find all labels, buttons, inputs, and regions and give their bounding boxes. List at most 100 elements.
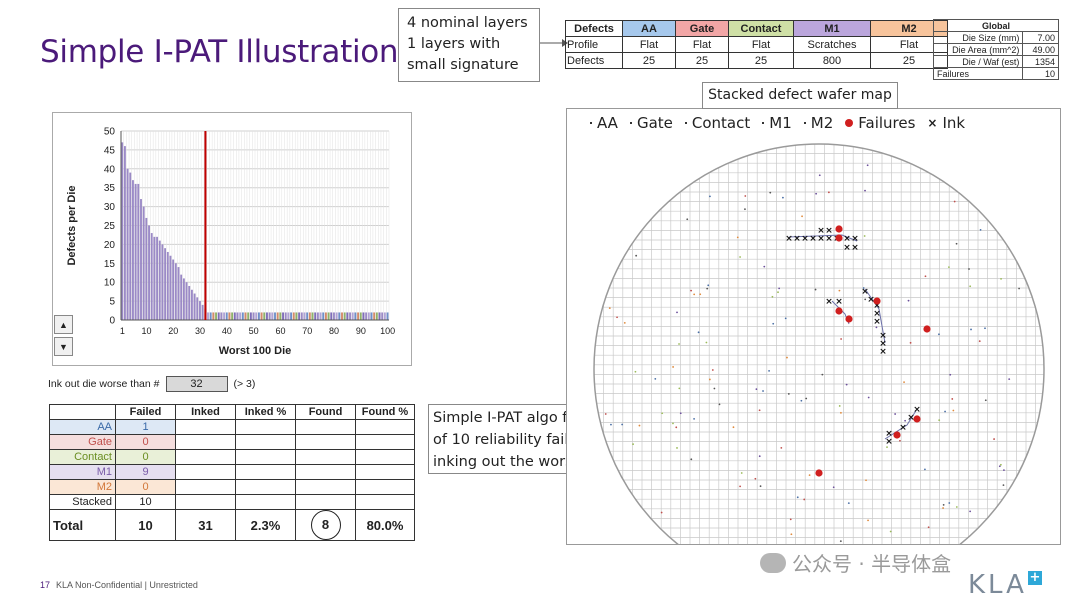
chart-bar [244, 312, 247, 320]
failure-marker [845, 315, 853, 323]
defect-dot [899, 439, 901, 442]
chart-bar [174, 263, 177, 320]
defect-dot [800, 399, 803, 402]
chart-bar [362, 312, 365, 320]
defect-dot [955, 506, 958, 508]
chart-bar [349, 312, 351, 320]
defect-dot [955, 242, 958, 245]
defect-dot [709, 195, 711, 198]
defects-cell: Flat [675, 36, 729, 53]
chart-bar [375, 312, 378, 320]
chart-bar [239, 312, 242, 320]
defect-dot [867, 519, 869, 522]
chart-bar [247, 312, 250, 320]
defect-pareto-chart: 0 5 10 15 20 25 30 35 40 45 50 1 10 20 30 40 50 60 70 80 90 1… [52, 112, 412, 366]
defect-dot [679, 412, 682, 415]
chart-bar [287, 312, 290, 320]
watermark: 公众号 · 半导体盒 [760, 548, 951, 577]
chart-bar [123, 146, 126, 320]
ink-threshold-input[interactable]: 32 [165, 376, 228, 392]
results-layer-label: Gate [49, 434, 116, 450]
defect-dot [993, 438, 995, 440]
ink-label: Ink out die worse than # [48, 378, 160, 390]
defect-dot [784, 317, 787, 320]
global-value: 49.00 [1022, 43, 1059, 56]
results-empty-cell [355, 494, 415, 510]
x-tick-label: 1 [120, 326, 125, 336]
legend-item-gate: Gate [629, 114, 673, 132]
results-row: Contact 0 [49, 449, 415, 465]
ink-mark: × [843, 243, 851, 253]
chart-bar [164, 248, 167, 320]
chart-bar [333, 312, 335, 320]
results-row: M2 0 [49, 479, 415, 495]
defects-cell: Flat [622, 36, 676, 53]
failure-marker [835, 307, 843, 315]
results-empty-cell [235, 434, 296, 450]
x-tick-label: 20 [168, 326, 178, 336]
defect-dot [821, 373, 824, 376]
legend-dot-icon [762, 122, 765, 124]
results-row: AA 1 [49, 419, 415, 435]
defect-dot [693, 293, 696, 296]
total-failed: 10 [115, 509, 176, 541]
chart-bar [316, 312, 319, 320]
wechat-icon [760, 552, 786, 573]
defect-dot [604, 413, 607, 415]
legend-item-aa: AA [590, 114, 618, 132]
defect-dot [815, 192, 818, 195]
defects-col-header: Gate [675, 20, 729, 37]
chart-bar [365, 312, 368, 320]
defect-dot [838, 289, 841, 292]
footer: 17 KLA Non-Confidential | Unrestricted [40, 580, 198, 590]
results-empty-cell [175, 434, 236, 450]
defect-dot [938, 419, 941, 422]
defect-dot [772, 322, 775, 325]
defect-dot [838, 405, 841, 407]
global-title: Global [933, 19, 1059, 32]
chart-bar [311, 312, 314, 320]
defects-col-header: AA [622, 20, 676, 37]
chart-bar [134, 183, 137, 320]
wafer-legend: AA Gate Contact M1 M2 Failures × Ink [590, 114, 965, 132]
results-layer-label: AA [49, 419, 116, 435]
defect-dot [979, 228, 982, 231]
results-empty-cell [355, 434, 415, 450]
legend-item-contact: Contact [684, 114, 750, 132]
defect-dot [705, 341, 708, 344]
defect-dot [632, 443, 634, 446]
results-empty-cell [295, 449, 356, 465]
defect-dot [999, 463, 1002, 466]
y-tick-label: 35 [104, 183, 116, 194]
results-layer-label: Stacked [49, 494, 116, 510]
results-empty-cell [235, 494, 296, 510]
results-failed-cell: 0 [115, 449, 176, 465]
results-empty-cell [175, 479, 236, 495]
spin-down-button[interactable]: ▼ [54, 337, 73, 356]
defect-dot [778, 287, 781, 290]
failure-marker [873, 297, 881, 305]
threshold-spinner[interactable]: ▲ ▼ [54, 315, 73, 359]
ink-control: Ink out die worse than # 32 (> 3) [48, 376, 255, 392]
defect-dot [938, 333, 940, 336]
chart-bar [121, 142, 124, 320]
chart-bar [236, 312, 239, 320]
defect-dot [608, 307, 611, 310]
defect-dot [660, 511, 663, 514]
watermark-text: 公众号 · 半导体盒 [792, 552, 952, 576]
y-tick-label: 50 [104, 127, 116, 138]
defect-dot [676, 311, 678, 314]
chart-bar [370, 312, 373, 320]
spin-up-button[interactable]: ▲ [54, 315, 73, 334]
chart-bar [268, 312, 271, 320]
defects-row: Profile Flat Flat Flat Scratches Flat [565, 36, 948, 53]
defect-dot [744, 195, 747, 197]
chart-bar [137, 183, 140, 320]
legend-item-m2: M2 [803, 114, 833, 132]
defects-col-header: Contact [728, 20, 794, 37]
defect-dot [924, 275, 927, 278]
note-line: 4 nominal layers [407, 15, 528, 31]
defect-dot [732, 426, 735, 429]
defect-dot [801, 215, 803, 218]
y-tick-label: 40 [104, 164, 116, 175]
